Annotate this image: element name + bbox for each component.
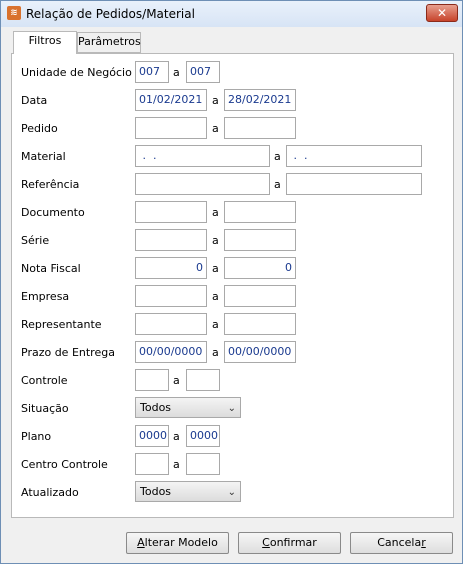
- referencia-label: Referência: [21, 178, 80, 191]
- window-title: Relação de Pedidos/Material: [26, 7, 195, 21]
- data-to-input[interactable]: 28/02/2021: [224, 89, 296, 111]
- atualizado-value: Todos: [140, 485, 172, 498]
- separator: a: [212, 234, 219, 247]
- controle-label: Controle: [21, 374, 68, 387]
- nota-fiscal-to-input[interactable]: 0: [224, 257, 296, 279]
- unidade-label: Unidade de Negócio: [21, 66, 132, 79]
- atualizado-label: Atualizado: [21, 486, 79, 499]
- documento-from-input[interactable]: [135, 201, 207, 223]
- situacao-value: Todos: [140, 401, 172, 414]
- centro-controle-to-input[interactable]: [186, 453, 220, 475]
- separator: a: [173, 374, 180, 387]
- plano-label: Plano: [21, 430, 52, 443]
- separator: a: [173, 458, 180, 471]
- material-to-input[interactable]: . .: [286, 145, 422, 167]
- representante-label: Representante: [21, 318, 102, 331]
- nota-fiscal-from-input[interactable]: 0: [135, 257, 207, 279]
- title-bar[interactable]: ≋ Relação de Pedidos/Material ✕: [1, 1, 462, 27]
- tab-filtros[interactable]: Filtros: [13, 31, 77, 54]
- mnemonic: C: [262, 536, 270, 549]
- alterar-modelo-button[interactable]: Alterar Modelo: [126, 532, 229, 554]
- atualizado-select[interactable]: Todos ⌄: [135, 481, 241, 502]
- separator: a: [173, 66, 180, 79]
- button-label: onfirmar: [269, 536, 317, 549]
- serie-label: Série: [21, 234, 50, 247]
- controle-from-input[interactable]: [135, 369, 169, 391]
- empresa-to-input[interactable]: [224, 285, 296, 307]
- unidade-from-input[interactable]: 007: [135, 61, 169, 83]
- separator: a: [274, 178, 281, 191]
- cancelar-button[interactable]: Cancelar: [350, 532, 453, 554]
- button-label: Cancela: [377, 536, 422, 549]
- nota-fiscal-label: Nota Fiscal: [21, 262, 81, 275]
- centro-controle-label: Centro Controle: [21, 458, 108, 471]
- material-label: Material: [21, 150, 66, 163]
- pedido-to-input[interactable]: [224, 117, 296, 139]
- confirmar-button[interactable]: Confirmar: [238, 532, 341, 554]
- pedido-label: Pedido: [21, 122, 58, 135]
- prazo-entrega-label: Prazo de Entrega: [21, 346, 115, 359]
- close-button[interactable]: ✕: [426, 4, 458, 22]
- documento-to-input[interactable]: [224, 201, 296, 223]
- data-from-input[interactable]: 01/02/2021: [135, 89, 207, 111]
- separator: a: [274, 150, 281, 163]
- material-from-input[interactable]: . .: [135, 145, 270, 167]
- button-label: lterar Modelo: [144, 536, 218, 549]
- prazo-entrega-to-input[interactable]: 00/00/0000: [224, 341, 296, 363]
- data-label: Data: [21, 94, 48, 107]
- empresa-label: Empresa: [21, 290, 70, 303]
- mnemonic: r: [421, 536, 426, 549]
- situacao-select[interactable]: Todos ⌄: [135, 397, 241, 418]
- representante-to-input[interactable]: [224, 313, 296, 335]
- separator: a: [173, 430, 180, 443]
- separator: a: [212, 346, 219, 359]
- plano-to-input[interactable]: 0000: [186, 425, 220, 447]
- controle-to-input[interactable]: [186, 369, 220, 391]
- referencia-from-input[interactable]: [135, 173, 270, 195]
- prazo-entrega-from-input[interactable]: 00/00/0000: [135, 341, 207, 363]
- serie-to-input[interactable]: [224, 229, 296, 251]
- dialog-window: ≋ Relação de Pedidos/Material ✕ Filtros …: [0, 0, 463, 564]
- plano-from-input[interactable]: 0000: [135, 425, 169, 447]
- separator: a: [212, 94, 219, 107]
- unidade-to-input[interactable]: 007: [186, 61, 220, 83]
- documento-label: Documento: [21, 206, 85, 219]
- chevron-down-icon: ⌄: [227, 403, 236, 414]
- centro-controle-from-input[interactable]: [135, 453, 169, 475]
- pedido-from-input[interactable]: [135, 117, 207, 139]
- serie-from-input[interactable]: [135, 229, 207, 251]
- tab-parametros[interactable]: Parâmetros: [77, 32, 141, 53]
- separator: a: [212, 206, 219, 219]
- separator: a: [212, 262, 219, 275]
- representante-from-input[interactable]: [135, 313, 207, 335]
- report-icon: ≋: [7, 6, 21, 20]
- mnemonic: A: [137, 536, 145, 549]
- separator: a: [212, 122, 219, 135]
- separator: a: [212, 290, 219, 303]
- separator: a: [212, 318, 219, 331]
- chevron-down-icon: ⌄: [227, 487, 236, 498]
- referencia-to-input[interactable]: [286, 173, 422, 195]
- close-icon: ✕: [436, 6, 448, 20]
- situacao-label: Situação: [21, 402, 69, 415]
- empresa-from-input[interactable]: [135, 285, 207, 307]
